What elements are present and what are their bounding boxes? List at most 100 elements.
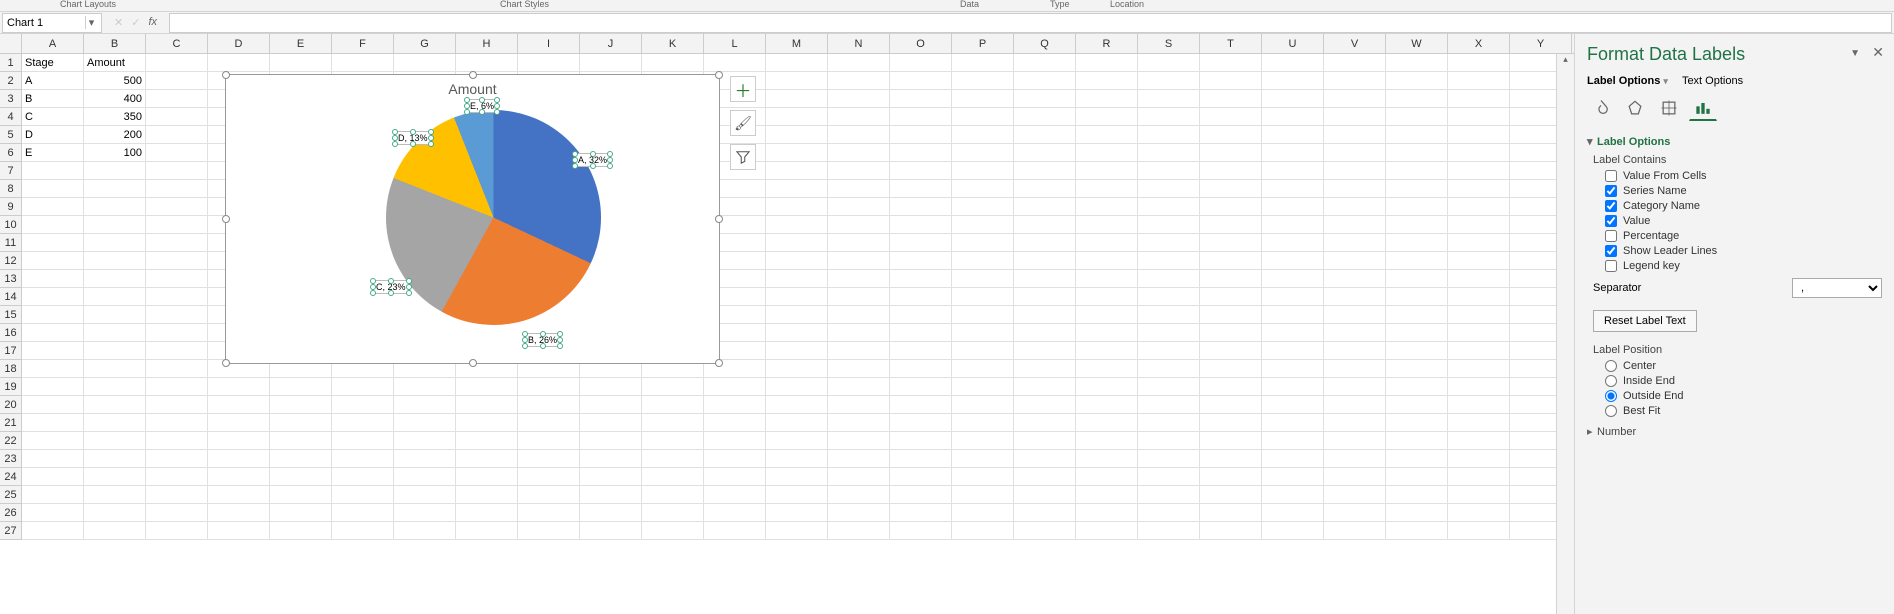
cell-A22[interactable] — [22, 432, 84, 450]
cell-C12[interactable] — [146, 252, 208, 270]
cell-R17[interactable] — [1076, 342, 1138, 360]
data-label-d[interactable]: D, 13% — [394, 131, 432, 145]
cell-Q26[interactable] — [1014, 504, 1076, 522]
chk-percentage[interactable]: Percentage — [1605, 230, 1882, 242]
cell-A18[interactable] — [22, 360, 84, 378]
cell-P9[interactable] — [952, 198, 1014, 216]
cell-M15[interactable] — [766, 306, 828, 324]
cell-Q4[interactable] — [1014, 108, 1076, 126]
cell-W14[interactable] — [1386, 288, 1448, 306]
cell-A11[interactable] — [22, 234, 84, 252]
cell-H21[interactable] — [456, 414, 518, 432]
cell-B7[interactable] — [84, 162, 146, 180]
radio-center[interactable]: Center — [1605, 360, 1882, 372]
cell-V19[interactable] — [1324, 378, 1386, 396]
cell-S26[interactable] — [1138, 504, 1200, 522]
cell-B10[interactable] — [84, 216, 146, 234]
cell-A14[interactable] — [22, 288, 84, 306]
radio-inside-end[interactable]: Inside End — [1605, 375, 1882, 387]
cell-U7[interactable] — [1262, 162, 1324, 180]
cell-U13[interactable] — [1262, 270, 1324, 288]
cell-O9[interactable] — [890, 198, 952, 216]
col-header-M[interactable]: M — [766, 34, 828, 53]
cell-C18[interactable] — [146, 360, 208, 378]
cell-S14[interactable] — [1138, 288, 1200, 306]
cell-Q17[interactable] — [1014, 342, 1076, 360]
cell-T12[interactable] — [1200, 252, 1262, 270]
cell-T20[interactable] — [1200, 396, 1262, 414]
name-box-dropdown-icon[interactable]: ▾ — [85, 16, 97, 29]
cell-S11[interactable] — [1138, 234, 1200, 252]
cell-O16[interactable] — [890, 324, 952, 342]
data-label-handle[interactable] — [392, 141, 398, 147]
cell-M18[interactable] — [766, 360, 828, 378]
cell-S1[interactable] — [1138, 54, 1200, 72]
cell-D20[interactable] — [208, 396, 270, 414]
cell-Q21[interactable] — [1014, 414, 1076, 432]
cell-M16[interactable] — [766, 324, 828, 342]
row-header-22[interactable]: 22 — [0, 432, 22, 450]
data-label-handle[interactable] — [572, 163, 578, 169]
cell-D24[interactable] — [208, 468, 270, 486]
vertical-scrollbar[interactable]: ▴ — [1556, 54, 1574, 614]
cell-O20[interactable] — [890, 396, 952, 414]
row-header-8[interactable]: 8 — [0, 180, 22, 198]
cell-O5[interactable] — [890, 126, 952, 144]
cell-W27[interactable] — [1386, 522, 1448, 540]
cell-B24[interactable] — [84, 468, 146, 486]
cell-S24[interactable] — [1138, 468, 1200, 486]
chart-filter-button[interactable] — [730, 144, 756, 170]
cell-B2[interactable]: 500 — [84, 72, 146, 90]
cell-T7[interactable] — [1200, 162, 1262, 180]
cell-H25[interactable] — [456, 486, 518, 504]
cell-K27[interactable] — [642, 522, 704, 540]
cell-M23[interactable] — [766, 450, 828, 468]
cell-H24[interactable] — [456, 468, 518, 486]
cell-B21[interactable] — [84, 414, 146, 432]
col-header-R[interactable]: R — [1076, 34, 1138, 53]
cell-X4[interactable] — [1448, 108, 1510, 126]
cell-X6[interactable] — [1448, 144, 1510, 162]
cell-W4[interactable] — [1386, 108, 1448, 126]
cell-U5[interactable] — [1262, 126, 1324, 144]
cell-P16[interactable] — [952, 324, 1014, 342]
cell-T4[interactable] — [1200, 108, 1262, 126]
cell-D21[interactable] — [208, 414, 270, 432]
cell-M17[interactable] — [766, 342, 828, 360]
cell-D27[interactable] — [208, 522, 270, 540]
cell-E22[interactable] — [270, 432, 332, 450]
cell-P17[interactable] — [952, 342, 1014, 360]
cell-D25[interactable] — [208, 486, 270, 504]
tab-label-options[interactable]: Label Options ▾ — [1587, 75, 1668, 87]
cell-W11[interactable] — [1386, 234, 1448, 252]
cell-O14[interactable] — [890, 288, 952, 306]
cell-B3[interactable]: 400 — [84, 90, 146, 108]
col-header-X[interactable]: X — [1448, 34, 1510, 53]
cell-Q25[interactable] — [1014, 486, 1076, 504]
cell-R19[interactable] — [1076, 378, 1138, 396]
cell-B9[interactable] — [84, 198, 146, 216]
cell-T5[interactable] — [1200, 126, 1262, 144]
cell-L19[interactable] — [704, 378, 766, 396]
cell-F23[interactable] — [332, 450, 394, 468]
cell-H27[interactable] — [456, 522, 518, 540]
cell-A2[interactable]: A — [22, 72, 84, 90]
cell-X18[interactable] — [1448, 360, 1510, 378]
cell-N20[interactable] — [828, 396, 890, 414]
col-header-U[interactable]: U — [1262, 34, 1324, 53]
cell-W1[interactable] — [1386, 54, 1448, 72]
cell-P8[interactable] — [952, 180, 1014, 198]
cell-O6[interactable] — [890, 144, 952, 162]
data-label-handle[interactable] — [540, 331, 546, 337]
cell-C25[interactable] — [146, 486, 208, 504]
cell-N15[interactable] — [828, 306, 890, 324]
cell-A21[interactable] — [22, 414, 84, 432]
cell-S27[interactable] — [1138, 522, 1200, 540]
chk-value[interactable]: Value — [1605, 215, 1882, 227]
cell-P11[interactable] — [952, 234, 1014, 252]
cell-M9[interactable] — [766, 198, 828, 216]
col-header-G[interactable]: G — [394, 34, 456, 53]
cell-W13[interactable] — [1386, 270, 1448, 288]
cell-V9[interactable] — [1324, 198, 1386, 216]
cell-R24[interactable] — [1076, 468, 1138, 486]
